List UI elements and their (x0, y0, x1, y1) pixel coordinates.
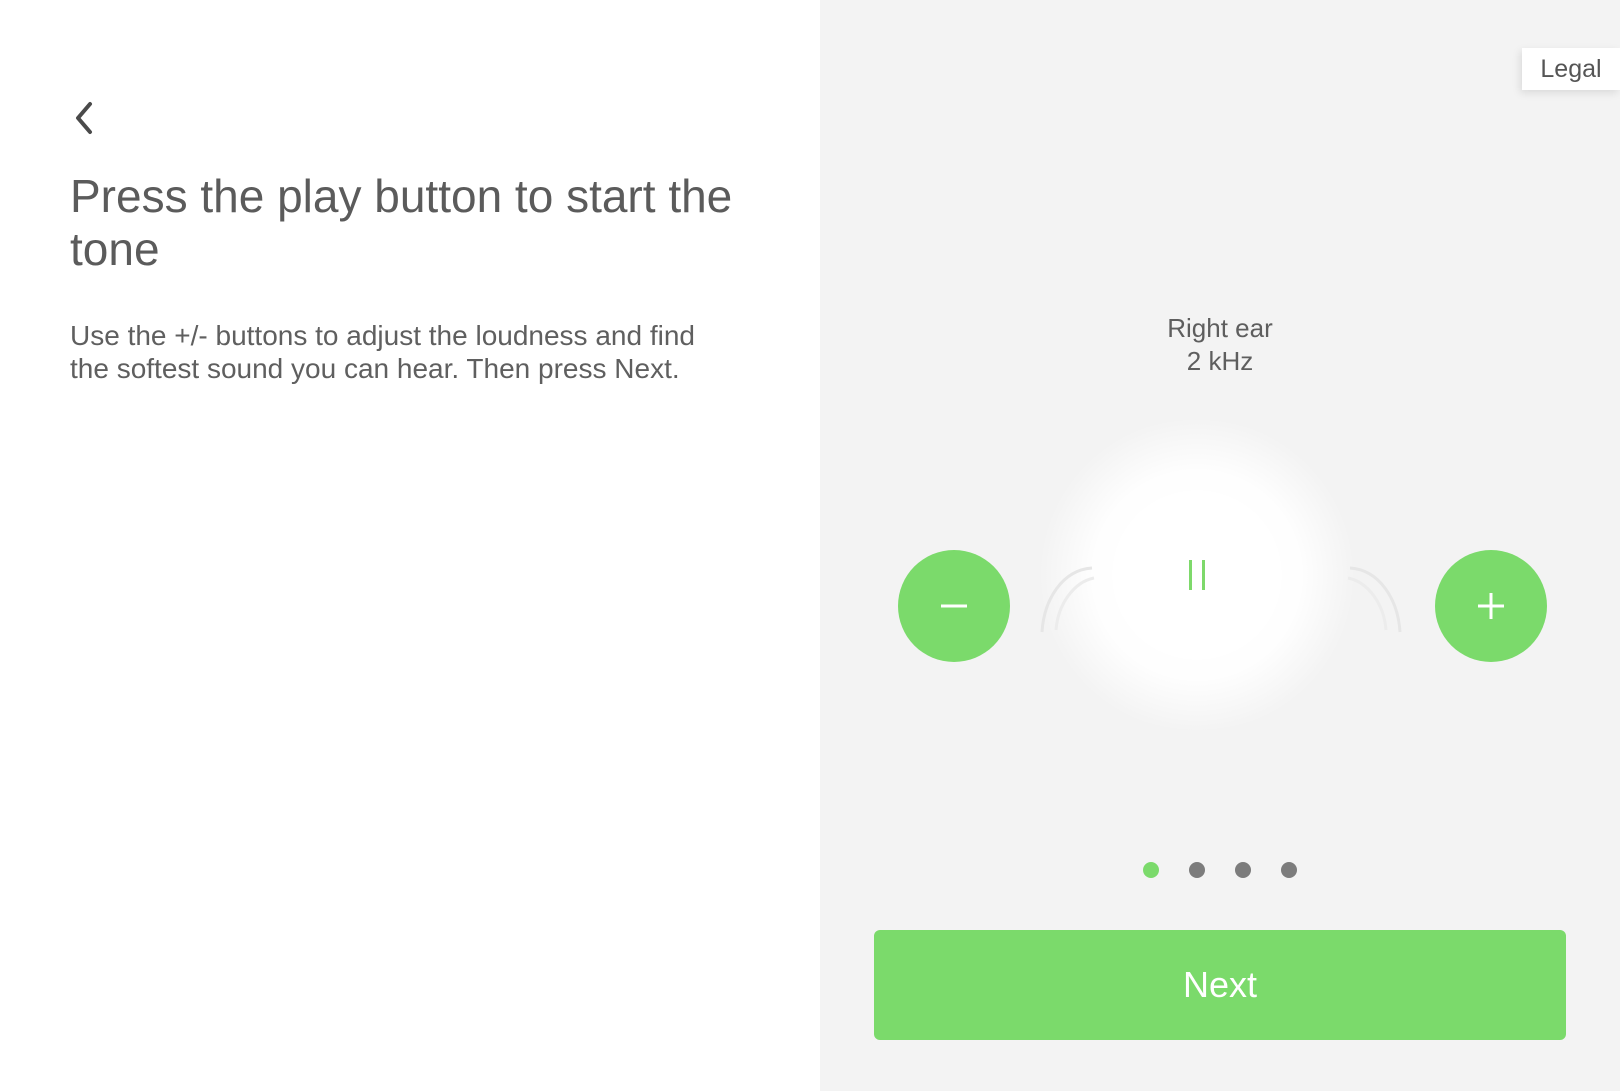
pagination-dot-active (1143, 862, 1159, 878)
ear-label: Right ear (1167, 313, 1273, 343)
frequency-label: 2 kHz (1186, 346, 1254, 376)
minus-icon (941, 604, 967, 608)
page-title: Press the play button to start the tone (70, 170, 733, 275)
plus-icon (1478, 593, 1504, 619)
sound-wave-icon (1347, 566, 1402, 633)
chevron-left-icon (76, 102, 92, 134)
hearing-test-screen: Press the play button to start the tone … (0, 0, 1620, 1091)
decrease-volume-button[interactable] (898, 550, 1010, 662)
tone-info: Right ear 2 kHz (820, 312, 1620, 378)
sound-wave-icon (1040, 566, 1095, 633)
legal-link[interactable]: Legal (1522, 48, 1620, 90)
play-pause-button[interactable] (1112, 490, 1282, 660)
pagination-dot (1189, 862, 1205, 878)
next-button[interactable]: Next (874, 930, 1566, 1040)
instructions-text: Use the +/- buttons to adjust the loudne… (70, 320, 695, 384)
instructions-panel: Press the play button to start the tone … (0, 0, 820, 1091)
pagination-dot (1235, 862, 1251, 878)
back-button[interactable] (64, 96, 104, 140)
pagination-dot (1281, 862, 1297, 878)
pause-icon (1184, 560, 1210, 590)
increase-volume-button[interactable] (1435, 550, 1547, 662)
pagination-dots (820, 862, 1620, 878)
tone-control-panel: Legal Right ear 2 kHz Next (820, 0, 1620, 1091)
